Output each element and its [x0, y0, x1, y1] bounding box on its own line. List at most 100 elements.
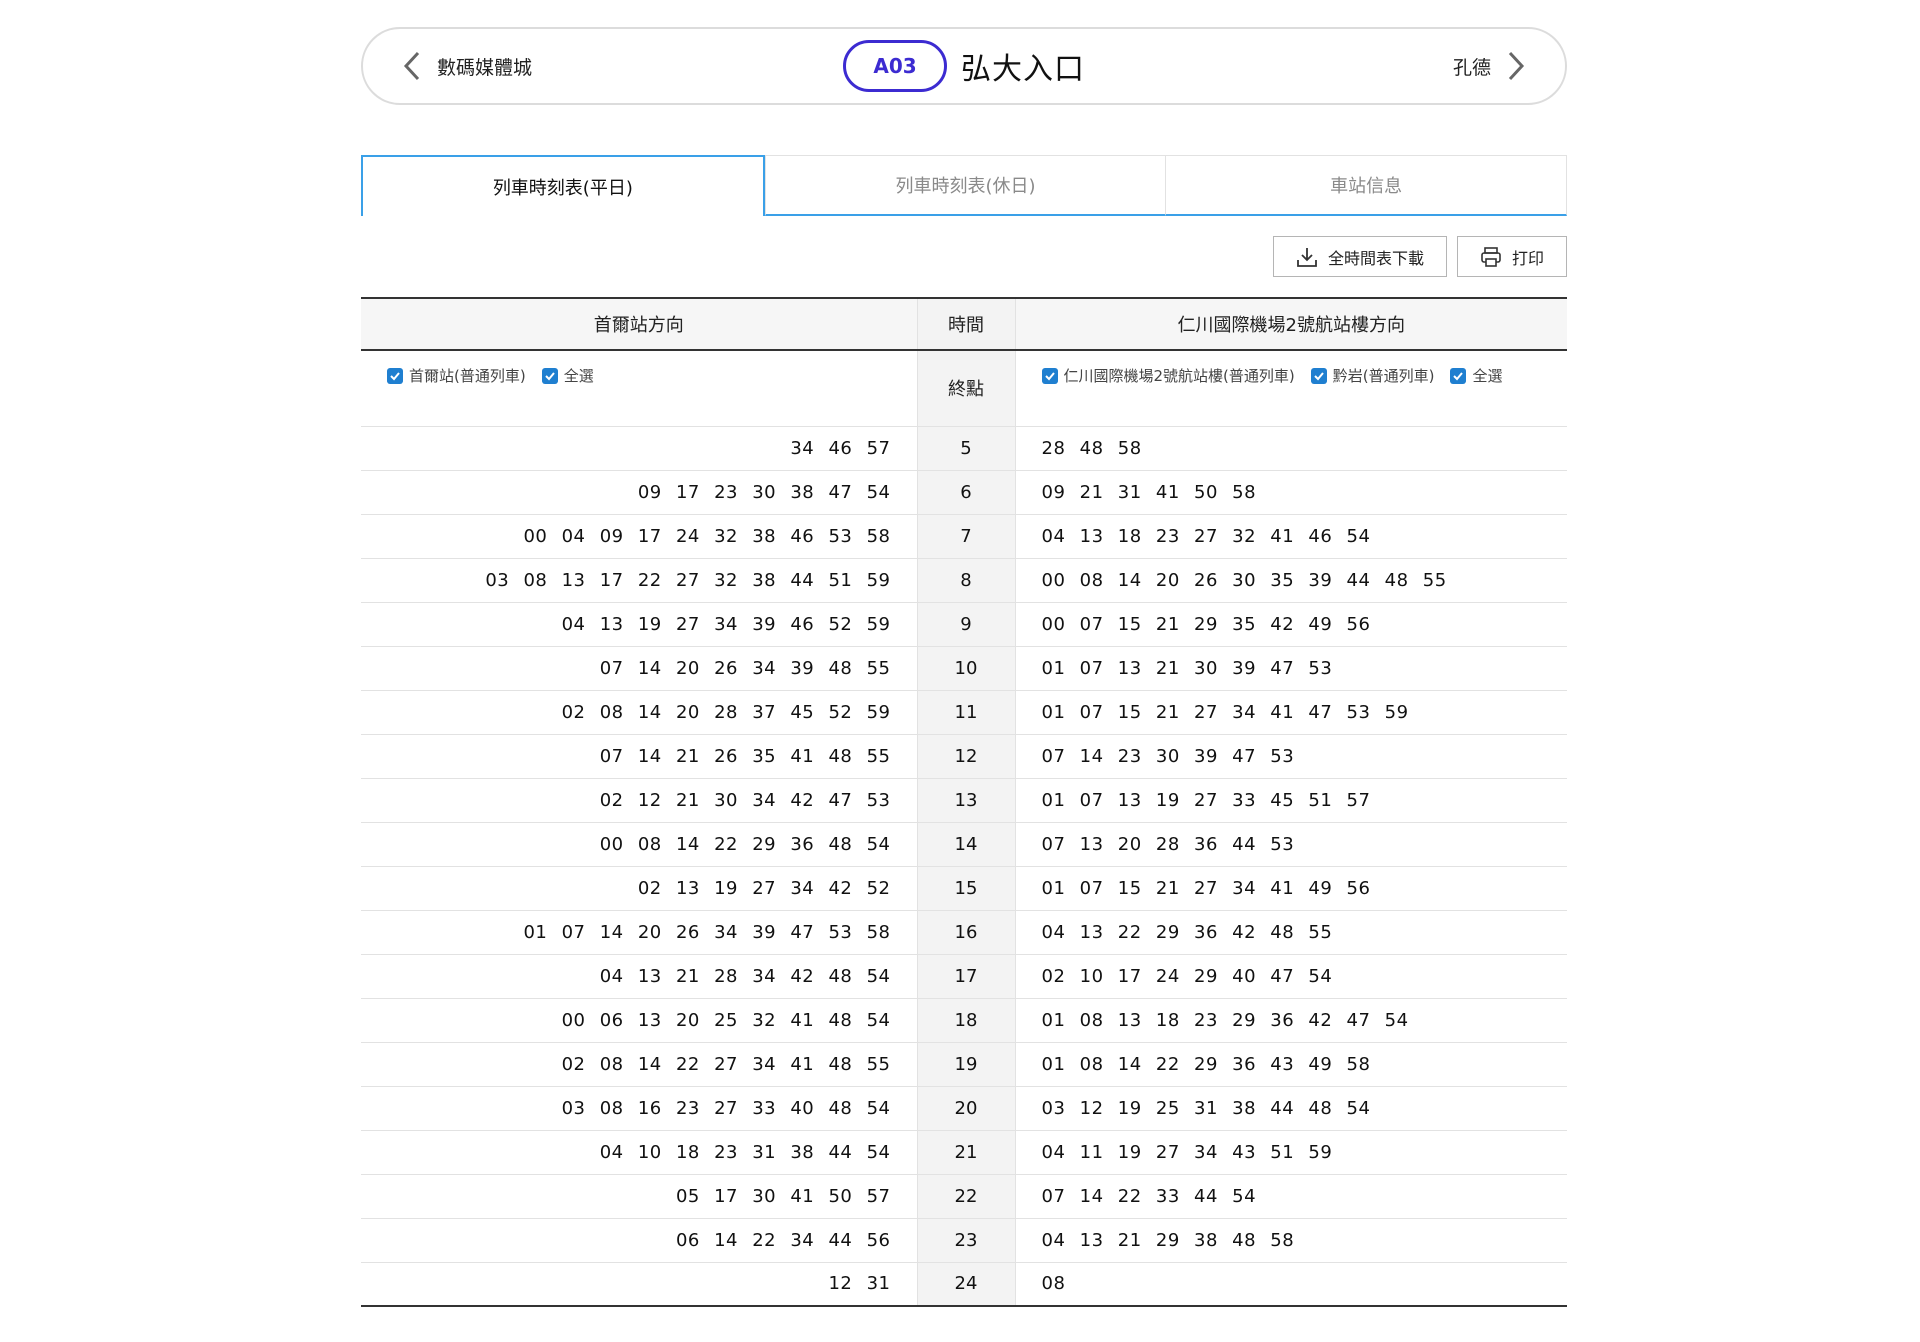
table-row: 07 14 21 26 35 41 48 55 12 07 14 23 30 39 … [361, 734, 1567, 779]
minutes-list: 01 08 13 18 23 29 36 42 47 54 [1041, 1009, 1409, 1031]
minutes-list: 04 13 18 23 27 32 41 46 54 [1041, 525, 1371, 547]
minutes-list: 02 10 17 24 29 40 47 54 [1041, 965, 1333, 987]
download-button[interactable]: 全時間表下載 [1272, 236, 1447, 277]
table-row: 04 10 18 23 31 38 44 54 21 04 11 19 27 34 … [361, 1130, 1567, 1175]
table-row: 07 14 20 26 34 39 48 55 10 01 07 13 21 30 … [361, 646, 1567, 691]
right-minutes: 00 08 14 20 26 30 35 39 44 48 55 [1015, 558, 1567, 603]
minutes-list: 12 31 [828, 1273, 891, 1295]
prev-station-link[interactable]: 數碼媒體城 [401, 49, 532, 83]
chevron-right-icon [1508, 51, 1525, 81]
left-minutes: 04 13 21 28 34 42 48 54 [361, 954, 917, 999]
minutes-list: 02 13 19 27 34 42 52 [637, 877, 891, 899]
right-minutes: 04 13 21 29 38 48 58 [1015, 1218, 1567, 1263]
minutes-list: 00 06 13 20 25 32 41 48 54 [561, 1009, 891, 1031]
minutes-list: 28 48 58 [1041, 437, 1142, 459]
minutes-list: 06 14 22 34 44 56 [675, 1229, 891, 1251]
left-minutes: 03 08 16 23 27 33 40 48 54 [361, 1086, 917, 1131]
minutes-list: 07 13 20 28 36 44 53 [1041, 833, 1295, 855]
print-label: 打印 [1511, 248, 1544, 268]
minutes-list: 07 14 23 30 39 47 53 [1041, 745, 1295, 767]
filter-row: 首爾站(普通列車) 全選 終點 仁川國際機場2號航站樓(普通列車) 黔岩(普通列… [361, 350, 1567, 427]
left-minutes: 01 07 14 20 26 34 39 47 53 58 [361, 910, 917, 955]
minutes-list: 02 08 14 22 27 34 41 48 55 [561, 1053, 891, 1075]
table-row: 05 17 30 41 50 57 22 07 14 22 33 44 54 [361, 1174, 1567, 1219]
right-minutes: 01 08 13 18 23 29 36 42 47 54 [1015, 998, 1567, 1043]
timetable-page: 數碼媒體城 A03 弘大入口 孔德 列車時刻表(平日) 列車時刻表(休日) 車站… [361, 27, 1568, 1307]
hour-cell: 22 [916, 1174, 1016, 1219]
minutes-list: 04 13 22 29 36 42 48 55 [1041, 921, 1333, 943]
table-row: 00 04 09 17 24 32 38 46 53 58 7 04 13 18 2… [361, 514, 1567, 559]
minutes-list: 04 13 21 29 38 48 58 [1041, 1229, 1295, 1251]
left-filters: 首爾站(普通列車) 全選 [361, 365, 917, 386]
left-filters-cell: 首爾站(普通列車) 全選 [361, 350, 917, 427]
table-row: 04 13 21 28 34 42 48 54 17 02 10 17 24 29 … [361, 954, 1567, 999]
filter-select-all-right[interactable]: 全選 [1450, 365, 1502, 386]
table-row: 02 12 21 30 34 42 47 53 13 01 07 13 19 27 … [361, 778, 1567, 823]
tab-weekday[interactable]: 列車時刻表(平日) [361, 155, 765, 216]
left-minutes: 05 17 30 41 50 57 [361, 1174, 917, 1219]
filter-airport-t2[interactable]: 仁川國際機場2號航站樓(普通列車) [1041, 365, 1295, 386]
left-minutes: 02 13 19 27 34 42 52 [361, 866, 917, 911]
right-minutes: 07 14 22 33 44 54 [1015, 1174, 1567, 1219]
next-station-name: 孔德 [1452, 56, 1491, 79]
filter-label: 黔岩(普通列車) [1332, 367, 1435, 385]
left-minutes: 09 17 23 30 38 47 54 [361, 470, 917, 515]
minutes-list: 03 08 16 23 27 33 40 48 54 [561, 1097, 891, 1119]
hour-cell: 24 [916, 1262, 1016, 1307]
right-minutes: 07 13 20 28 36 44 53 [1015, 822, 1567, 867]
checkbox-checked-icon[interactable] [1450, 367, 1467, 384]
timetable-tabs: 列車時刻表(平日) 列車時刻表(休日) 車站信息 [361, 155, 1568, 216]
download-label: 全時間表下載 [1327, 248, 1424, 268]
minutes-list: 08 [1041, 1273, 1066, 1295]
tab-station-info[interactable]: 車站信息 [1165, 155, 1568, 216]
table-row: 03 08 16 23 27 33 40 48 54 20 03 12 19 25 … [361, 1086, 1567, 1131]
hour-cell: 9 [916, 602, 1016, 647]
station-name: 弘大入口 [961, 52, 1085, 87]
hour-cell: 16 [916, 910, 1016, 955]
left-minutes: 00 04 09 17 24 32 38 46 53 58 [361, 514, 917, 559]
right-minutes: 04 11 19 27 34 43 51 59 [1015, 1130, 1567, 1175]
minutes-list: 01 07 15 21 27 34 41 47 53 59 [1041, 701, 1409, 723]
current-station: A03 弘大入口 [843, 40, 1085, 92]
right-minutes: 09 21 31 41 50 58 [1015, 470, 1567, 515]
timetable: 首爾站方向 時間 仁川國際機場2號航站樓方向 首爾站(普通列車) 全選 終點 仁… [361, 297, 1567, 1307]
left-minutes: 07 14 20 26 34 39 48 55 [361, 646, 917, 691]
right-minutes: 01 08 14 22 29 36 43 49 58 [1015, 1042, 1567, 1087]
hour-cell: 6 [916, 470, 1016, 515]
hour-cell: 17 [916, 954, 1016, 999]
right-filters-cell: 仁川國際機場2號航站樓(普通列車) 黔岩(普通列車) 全選 [1015, 350, 1567, 427]
checkbox-checked-icon[interactable] [541, 367, 558, 384]
hour-cell: 14 [916, 822, 1016, 867]
left-minutes: 02 08 14 20 28 37 45 52 59 [361, 690, 917, 735]
table-row: 01 07 14 20 26 34 39 47 53 58 16 04 13 22 … [361, 910, 1567, 955]
minutes-list: 07 14 22 33 44 54 [1041, 1185, 1257, 1207]
left-direction-header: 首爾站方向 [361, 297, 917, 351]
filter-select-all-left[interactable]: 全選 [541, 365, 594, 386]
hour-cell: 13 [916, 778, 1016, 823]
print-button[interactable]: 打印 [1456, 236, 1567, 277]
filter-geomam[interactable]: 黔岩(普通列車) [1310, 365, 1435, 386]
hour-cell: 21 [916, 1130, 1016, 1175]
filter-seoul-station[interactable]: 首爾站(普通列車) [387, 365, 526, 386]
time-header: 時間 [916, 297, 1016, 351]
minutes-list: 03 12 19 25 31 38 44 48 54 [1041, 1097, 1371, 1119]
table-row: 00 06 13 20 25 32 41 48 54 18 01 08 13 18 … [361, 998, 1567, 1043]
left-minutes: 02 08 14 22 27 34 41 48 55 [361, 1042, 917, 1087]
right-direction-header: 仁川國際機場2號航站樓方向 [1015, 297, 1567, 351]
right-minutes: 04 13 18 23 27 32 41 46 54 [1015, 514, 1567, 559]
hour-cell: 23 [916, 1218, 1016, 1263]
table-row: 06 14 22 34 44 56 23 04 13 21 29 38 48 58 [361, 1218, 1567, 1263]
hour-cell: 20 [916, 1086, 1016, 1131]
minutes-list: 03 08 13 17 22 27 32 38 44 51 59 [485, 569, 891, 591]
hour-cell: 12 [916, 734, 1016, 779]
checkbox-checked-icon[interactable] [1041, 367, 1058, 384]
hour-cell: 18 [916, 998, 1016, 1043]
tab-holiday[interactable]: 列車時刻表(休日) [764, 155, 1166, 216]
left-minutes: 04 13 19 27 34 39 46 52 59 [361, 602, 917, 647]
checkbox-checked-icon[interactable] [387, 367, 403, 384]
right-minutes: 07 14 23 30 39 47 53 [1015, 734, 1567, 779]
next-station-link[interactable]: 孔德 [1453, 49, 1527, 83]
checkbox-checked-icon[interactable] [1310, 367, 1327, 384]
hour-cell: 11 [916, 690, 1016, 735]
table-row: 04 13 19 27 34 39 46 52 59 9 00 07 15 21 2… [361, 602, 1567, 647]
